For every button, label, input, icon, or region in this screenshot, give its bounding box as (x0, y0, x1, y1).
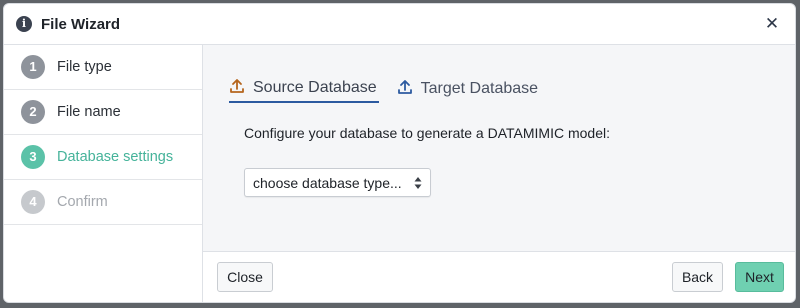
next-button[interactable]: Next (735, 262, 784, 292)
database-tabs: Source Database Target Database (229, 75, 558, 103)
close-button[interactable]: Close (217, 262, 273, 292)
upload-icon (229, 78, 245, 99)
step-file-name[interactable]: 2 File name (4, 90, 202, 135)
step-file-type[interactable]: 1 File type (4, 45, 202, 90)
info-icon: i (16, 16, 32, 32)
step-label: Confirm (57, 194, 108, 210)
step-number-badge: 1 (21, 55, 45, 79)
back-button[interactable]: Back (672, 262, 723, 292)
database-type-select-value: choose database type... (253, 174, 402, 191)
tab-label: Target Database (420, 80, 539, 97)
file-wizard-dialog: i File Wizard ✕ 1 File type 2 File name … (3, 3, 796, 303)
step-confirm: 4 Confirm (4, 180, 202, 225)
step-number-badge: 4 (21, 190, 45, 214)
step-label: Database settings (57, 149, 174, 165)
main-content-panel: Source Database Target Database Configur… (203, 45, 795, 251)
step-number-badge: 2 (21, 100, 45, 124)
dialog-title: File Wizard (41, 15, 121, 33)
step-number-badge: 3 (21, 145, 45, 169)
sort-caret-icon (414, 176, 422, 190)
step-label: File name (57, 104, 121, 120)
step-label: File type (57, 59, 112, 75)
step-database-settings[interactable]: 3 Database settings (4, 135, 202, 180)
dialog-footer: Close Back Next (203, 251, 795, 302)
wizard-steps-sidebar: 1 File type 2 File name 3 Database setti… (4, 45, 203, 302)
upload-icon (397, 79, 413, 100)
tab-source-database[interactable]: Source Database (229, 75, 379, 103)
tab-target-database[interactable]: Target Database (397, 75, 540, 103)
close-icon[interactable]: ✕ (763, 15, 781, 33)
dialog-titlebar: i File Wizard ✕ (4, 4, 795, 45)
configure-prompt-text: Configure your database to generate a DA… (244, 125, 610, 141)
database-type-select[interactable]: choose database type... (244, 168, 431, 197)
tab-label: Source Database (253, 79, 377, 96)
